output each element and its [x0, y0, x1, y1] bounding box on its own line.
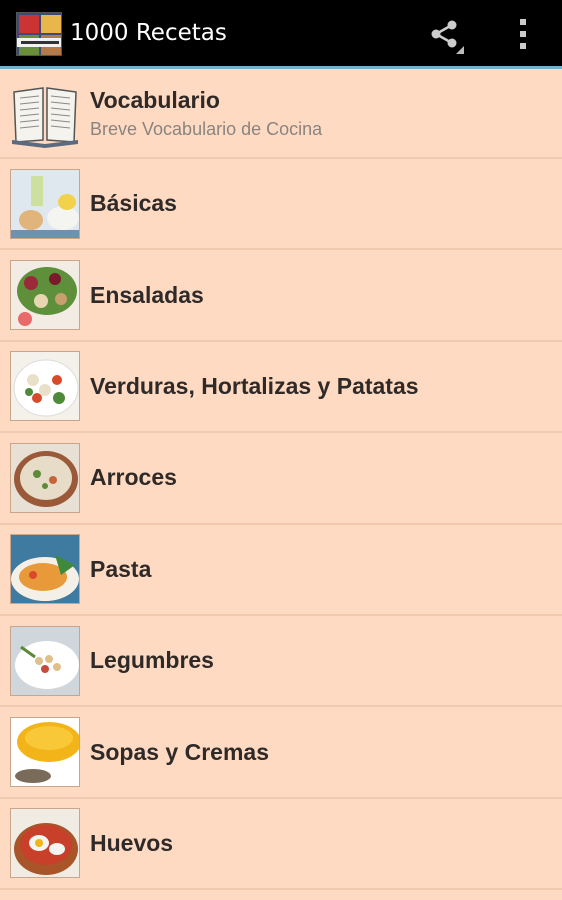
list-item-sopas[interactable]: Sopas y Cremas: [0, 707, 562, 799]
action-bar: 1000 Recetas: [0, 0, 562, 66]
share-icon: [431, 20, 457, 48]
item-title: Sopas y Cremas: [90, 738, 269, 765]
item-title: Básicas: [90, 190, 177, 217]
item-title: Vocabulario: [90, 87, 220, 113]
pasta-thumbnail: [10, 534, 80, 605]
vegetables-thumbnail: [10, 351, 80, 422]
item-title: Huevos: [90, 829, 174, 856]
open-book-icon: [10, 78, 80, 148]
list-item-vocabulario[interactable]: Vocabulario Breve Vocabulario de Cocina: [0, 69, 562, 159]
item-title: Pasta: [90, 555, 152, 582]
list-item-huevos[interactable]: Huevos: [0, 799, 562, 891]
item-subtitle: Breve Vocabulario de Cocina: [90, 119, 323, 139]
overflow-menu-button[interactable]: [506, 8, 540, 60]
item-title: Ensaladas: [90, 281, 204, 308]
category-list: Vocabulario Breve Vocabulario de Cocina …: [0, 69, 562, 891]
item-title: Verduras, Hortalizas y Patatas: [90, 372, 419, 399]
legumes-thumbnail: [10, 625, 80, 696]
rice-thumbnail: [10, 442, 80, 513]
overflow-dot-icon: [520, 19, 526, 25]
list-item-verduras[interactable]: Verduras, Hortalizas y Patatas: [0, 342, 562, 434]
app-logo-icon[interactable]: [16, 12, 62, 56]
overflow-dot-icon: [520, 31, 526, 37]
list-item-basicas[interactable]: Básicas: [0, 159, 562, 251]
overflow-dot-icon: [520, 43, 526, 49]
list-item-ensaladas[interactable]: Ensaladas: [0, 250, 562, 342]
eggs-thumbnail: [10, 808, 80, 879]
item-title: Arroces: [90, 464, 177, 491]
basics-food-thumbnail: [10, 168, 80, 239]
item-title: Legumbres: [90, 647, 214, 674]
app-title: 1000 Recetas: [70, 20, 227, 46]
share-button[interactable]: [418, 8, 470, 60]
soup-thumbnail: [10, 717, 80, 788]
list-item-arroces[interactable]: Arroces: [0, 433, 562, 525]
list-item-legumbres[interactable]: Legumbres: [0, 616, 562, 708]
list-item-pasta[interactable]: Pasta: [0, 525, 562, 616]
salad-thumbnail: [10, 260, 80, 331]
